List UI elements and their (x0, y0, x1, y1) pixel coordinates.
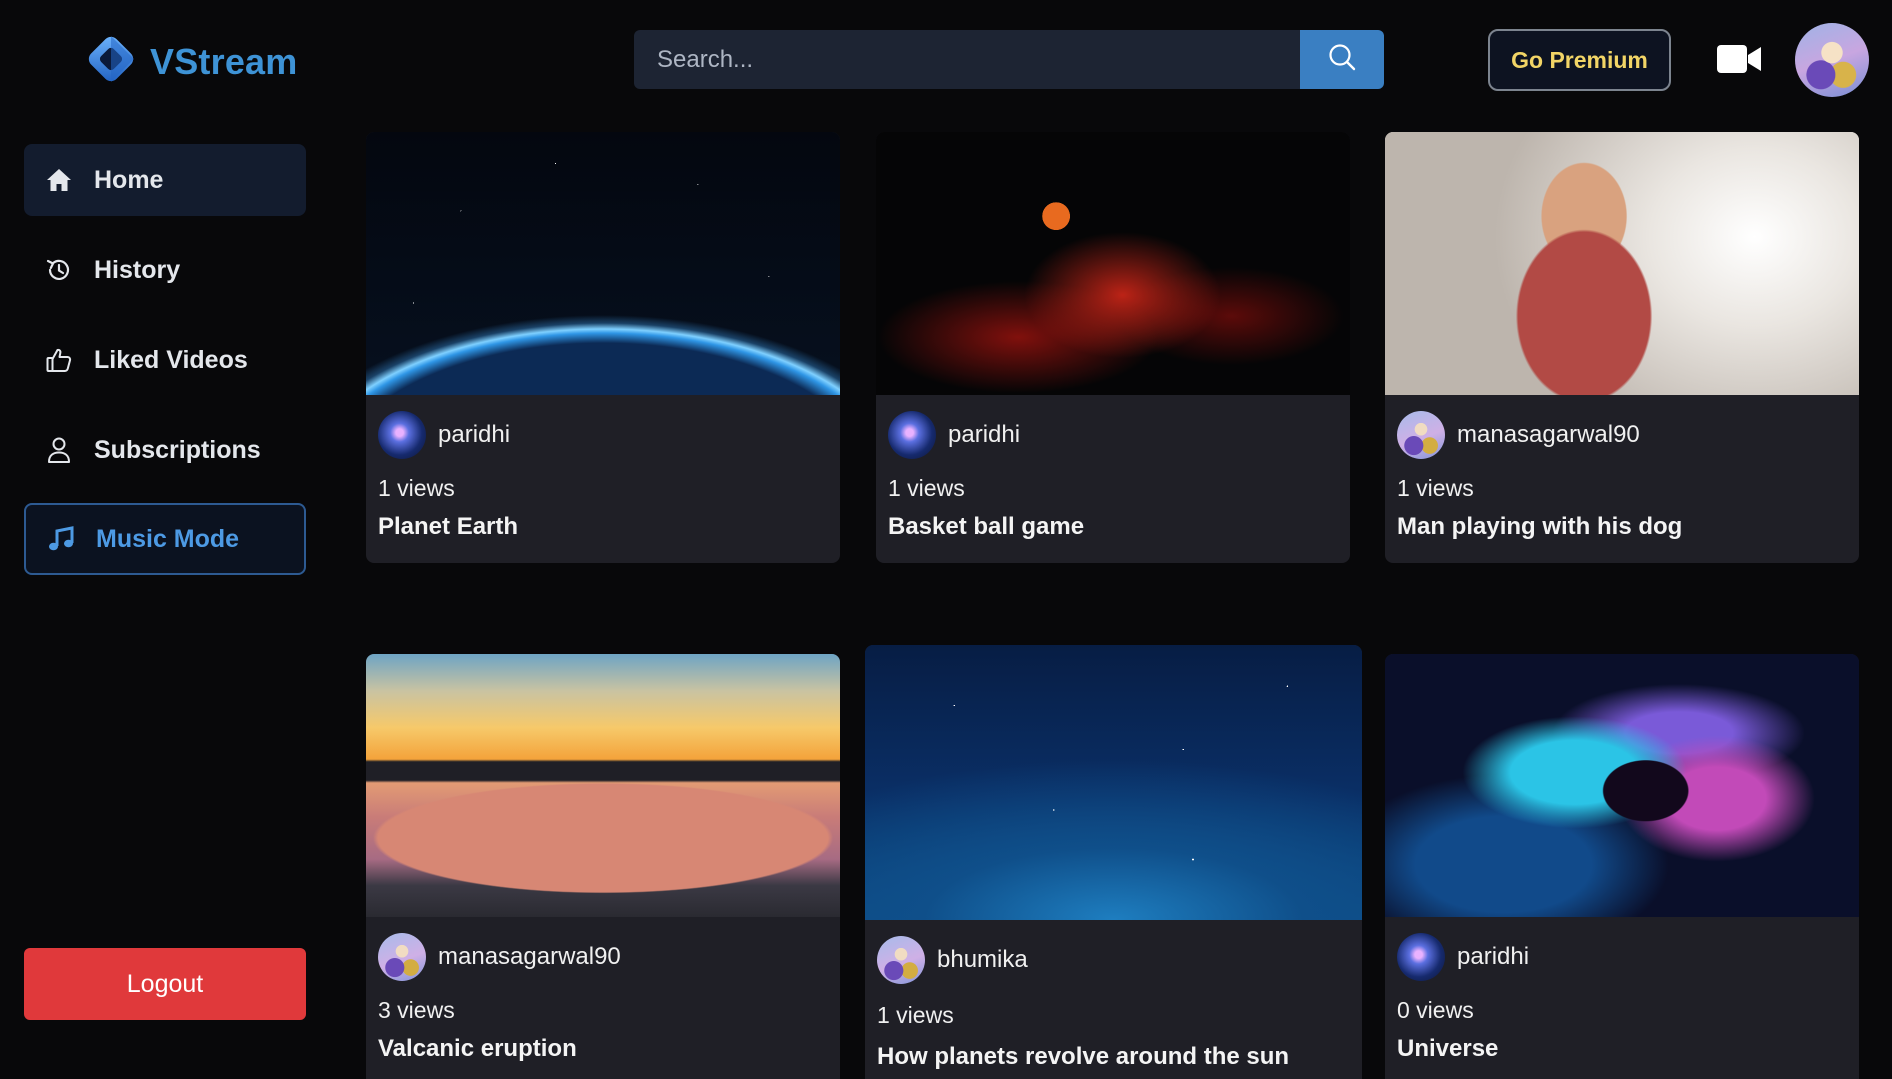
video-thumbnail[interactable] (876, 132, 1350, 395)
search-bar (634, 30, 1384, 89)
video-thumbnail[interactable] (366, 654, 840, 917)
channel-name[interactable]: manasagarwal90 (438, 943, 621, 971)
sidebar-item-label: Subscriptions (94, 435, 261, 464)
channel-name[interactable]: paridhi (948, 421, 1020, 449)
upload-video-button[interactable] (1716, 44, 1762, 74)
logo[interactable]: VStream (80, 28, 297, 95)
view-count: 3 views (378, 997, 455, 1023)
view-count: 1 views (888, 475, 965, 501)
channel-avatar[interactable] (1397, 411, 1445, 459)
search-input[interactable] (634, 30, 1300, 89)
go-premium-button[interactable]: Go Premium (1488, 29, 1671, 91)
video-thumbnail[interactable] (1385, 132, 1859, 395)
view-count: 1 views (877, 1002, 954, 1028)
channel-avatar[interactable] (1397, 933, 1445, 981)
video-thumbnail[interactable] (1385, 654, 1859, 917)
view-count: 1 views (378, 475, 455, 501)
video-title[interactable]: Valcanic eruption (378, 1035, 828, 1063)
app-name: VStream (150, 40, 298, 82)
sidebar-item-label: Music Mode (96, 524, 240, 553)
channel-avatar[interactable] (378, 411, 426, 459)
search-icon (1327, 42, 1357, 77)
video-title[interactable]: How planets revolve around the sun (877, 1043, 1350, 1071)
user-icon (44, 435, 74, 465)
sidebar-item-history[interactable]: History (24, 234, 306, 306)
music-note-icon (46, 524, 76, 554)
video-title[interactable]: Planet Earth (378, 513, 828, 541)
thumbs-up-icon (44, 345, 74, 375)
video-title[interactable]: Basket ball game (888, 513, 1338, 541)
channel-avatar[interactable] (888, 411, 936, 459)
logout-button[interactable]: Logout (24, 948, 306, 1020)
video-thumbnail[interactable] (366, 132, 840, 395)
sidebar-item-subscriptions[interactable]: Subscriptions (24, 414, 306, 486)
view-count: 0 views (1397, 997, 1474, 1023)
history-icon (44, 255, 74, 285)
channel-avatar[interactable] (378, 933, 426, 981)
sidebar-item-label: Home (94, 165, 164, 194)
app-root: VStream Go Premium Home History (0, 0, 1892, 1079)
sidebar-item-label: Liked Videos (94, 345, 248, 374)
search-button[interactable] (1300, 30, 1384, 89)
user-avatar[interactable] (1795, 23, 1869, 97)
channel-name[interactable]: paridhi (438, 421, 510, 449)
home-icon (44, 165, 74, 195)
diamond-logo-icon (80, 28, 142, 95)
video-card[interactable]: paridhi 1 views Planet Earth (366, 132, 840, 563)
view-count: 1 views (1397, 475, 1474, 501)
sidebar-item-liked-videos[interactable]: Liked Videos (24, 324, 306, 396)
channel-avatar[interactable] (877, 936, 925, 984)
channel-name[interactable]: paridhi (1457, 943, 1529, 971)
sidebar-item-label: History (94, 255, 181, 284)
video-camera-icon (1716, 45, 1762, 78)
video-card[interactable]: manasagarwal90 3 views Valcanic eruption (366, 654, 840, 1079)
video-card[interactable]: manasagarwal90 1 views Man playing with … (1385, 132, 1859, 563)
channel-name[interactable]: bhumika (937, 946, 1028, 974)
sidebar-item-music-mode[interactable]: Music Mode (24, 503, 306, 575)
video-card[interactable]: paridhi 1 views Basket ball game (876, 132, 1350, 563)
video-thumbnail[interactable] (865, 645, 1362, 920)
channel-name[interactable]: manasagarwal90 (1457, 421, 1640, 449)
video-title[interactable]: Universe (1397, 1035, 1847, 1063)
sidebar-item-home[interactable]: Home (24, 144, 306, 216)
video-card[interactable]: paridhi 0 views Universe (1385, 654, 1859, 1079)
video-card[interactable]: bhumika 1 views How planets revolve arou… (865, 645, 1362, 1079)
video-title[interactable]: Man playing with his dog (1397, 513, 1847, 541)
